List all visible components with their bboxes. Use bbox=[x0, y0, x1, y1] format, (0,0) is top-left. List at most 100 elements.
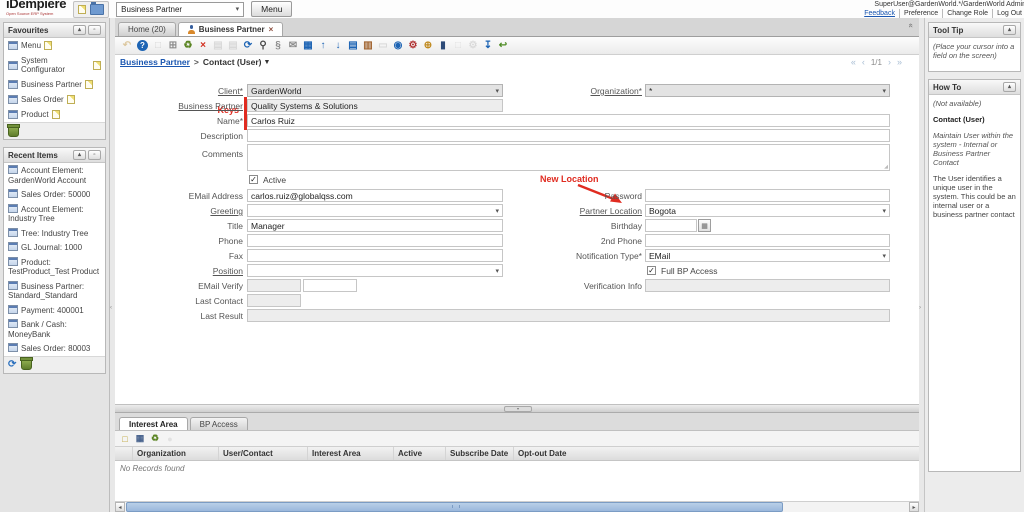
favourite-item[interactable]: Product bbox=[4, 107, 105, 122]
second-phone-field[interactable] bbox=[645, 234, 890, 247]
trash-icon[interactable] bbox=[7, 123, 20, 137]
recent-item[interactable]: Account Element: Industry Tree bbox=[4, 202, 105, 226]
partner-location-field[interactable]: Bogota bbox=[645, 204, 890, 217]
client-field[interactable]: GardenWorld bbox=[247, 84, 503, 97]
detach-panel-icon[interactable]: ▫ bbox=[88, 25, 101, 35]
menu-button[interactable]: Menu bbox=[251, 1, 293, 17]
undo-icon[interactable]: ↶ bbox=[120, 39, 134, 52]
delete-selection-icon[interactable]: × bbox=[196, 39, 210, 52]
tab-interest-area[interactable]: Interest Area bbox=[119, 417, 188, 430]
collapse-panel-icon[interactable]: ▴ bbox=[1003, 25, 1016, 35]
detail-record-icon[interactable]: ↓ bbox=[331, 39, 345, 52]
next-record-icon[interactable]: › bbox=[888, 57, 891, 67]
recent-item[interactable]: Account Element: GardenWorld Account bbox=[4, 163, 105, 187]
last-record-icon[interactable]: » bbox=[897, 57, 902, 67]
export-icon[interactable]: ↧ bbox=[481, 39, 495, 52]
new-note-icon[interactable] bbox=[78, 4, 87, 14]
calendar-icon[interactable]: ▦ bbox=[698, 219, 711, 232]
note-icon[interactable] bbox=[93, 60, 101, 70]
delete-row-icon[interactable]: ♻ bbox=[149, 433, 161, 445]
print-icon[interactable]: ▭ bbox=[376, 39, 390, 52]
partner-location-label[interactable]: Partner Location bbox=[502, 206, 642, 216]
collapse-panel-icon[interactable]: ▴ bbox=[1003, 82, 1016, 92]
fax-field[interactable] bbox=[247, 249, 503, 262]
favourite-item[interactable]: Sales Order bbox=[4, 92, 105, 107]
copy-record-icon[interactable]: ⊞ bbox=[166, 39, 180, 52]
column-header[interactable]: User/Contact bbox=[219, 447, 308, 460]
business-partner-label[interactable]: Business Partner bbox=[115, 101, 243, 111]
breadcrumb-dropdown-icon[interactable]: ▼ bbox=[263, 59, 270, 66]
position-label[interactable]: Position bbox=[115, 266, 243, 276]
favourite-item[interactable]: Menu bbox=[4, 38, 105, 53]
tab-home[interactable]: Home (20) bbox=[118, 22, 176, 36]
previous-record-icon[interactable]: ‹ bbox=[862, 57, 865, 67]
chat-icon[interactable]: ✉ bbox=[286, 39, 300, 52]
first-record-icon[interactable]: « bbox=[851, 57, 856, 67]
column-header[interactable]: Organization bbox=[133, 447, 219, 460]
tab-bp-access[interactable]: BP Access bbox=[189, 417, 248, 430]
notification-type-field[interactable]: EMail bbox=[645, 249, 890, 262]
right-splitter[interactable]: › bbox=[919, 18, 924, 512]
note-icon[interactable] bbox=[84, 80, 93, 89]
active-checkbox[interactable] bbox=[249, 175, 258, 184]
process-row-icon[interactable]: ● bbox=[164, 433, 176, 445]
help-icon[interactable]: ? bbox=[137, 40, 148, 51]
archive-icon[interactable]: ▮ bbox=[436, 39, 450, 52]
comments-field[interactable] bbox=[247, 144, 890, 171]
find-record-icon[interactable]: ⚲ bbox=[256, 39, 270, 52]
document-icon[interactable]: ▥ bbox=[361, 39, 375, 52]
favourite-item[interactable]: System Configurator bbox=[4, 53, 105, 77]
favourite-item[interactable]: Business Partner bbox=[4, 77, 105, 92]
collapse-header-icon[interactable]: « bbox=[906, 23, 915, 27]
request-icon[interactable]: □ bbox=[451, 39, 465, 52]
new-row-icon[interactable]: □ bbox=[119, 433, 131, 445]
exit-window-icon[interactable]: ↩ bbox=[496, 39, 510, 52]
header-link[interactable]: Preference bbox=[898, 9, 942, 18]
refresh-icon[interactable]: ⟳ bbox=[241, 39, 255, 52]
recent-item[interactable]: Bank / Cash: MoneyBank bbox=[4, 317, 105, 341]
recent-item[interactable]: Sales Order: 50000 bbox=[4, 187, 105, 202]
collapse-panel-icon[interactable]: ▴ bbox=[73, 150, 86, 160]
collapse-panel-icon[interactable]: ▴ bbox=[73, 25, 86, 35]
save-create-icon[interactable]: ▤ bbox=[226, 39, 240, 52]
refresh-icon[interactable]: ⟳ bbox=[8, 359, 16, 370]
recent-item[interactable]: Product: TestProduct_Test Product bbox=[4, 255, 105, 279]
organization-label[interactable]: Organization* bbox=[502, 86, 642, 96]
collapse-right-icon[interactable]: › bbox=[919, 305, 921, 311]
recent-item[interactable]: Sales Order: 80003 bbox=[4, 341, 105, 356]
position-field[interactable] bbox=[247, 264, 503, 277]
edit-mode-icon[interactable]: ▦ bbox=[134, 433, 146, 445]
email-verify-button[interactable] bbox=[303, 279, 357, 292]
save-icon[interactable]: ▤ bbox=[211, 39, 225, 52]
zoom-across-icon[interactable]: ⊕ bbox=[421, 39, 435, 52]
scrollbar-thumb[interactable] bbox=[126, 502, 783, 512]
note-icon[interactable] bbox=[44, 41, 53, 50]
recent-item[interactable]: Payment: 400001 bbox=[4, 303, 105, 318]
folder-icon[interactable] bbox=[90, 1, 105, 15]
lookup-record-icon[interactable]: ◉ bbox=[391, 39, 405, 52]
password-field[interactable] bbox=[645, 189, 890, 202]
column-header[interactable]: Opt-out Date bbox=[514, 447, 919, 460]
note-icon[interactable] bbox=[66, 95, 75, 104]
header-link[interactable]: Change Role bbox=[942, 9, 992, 18]
recent-item[interactable]: Business Partner: Standard_Standard bbox=[4, 279, 105, 303]
close-tab-icon[interactable]: × bbox=[269, 25, 274, 34]
email-address-field[interactable]: carlos.ruiz@globalqss.com bbox=[247, 189, 503, 202]
splitter-collapse-button[interactable]: ▾ bbox=[504, 406, 532, 412]
title-field[interactable]: Manager bbox=[247, 219, 503, 232]
name-field[interactable]: Carlos Ruiz bbox=[247, 114, 890, 127]
greeting-label[interactable]: Greeting bbox=[115, 206, 243, 216]
header-link[interactable]: Log Out bbox=[992, 9, 1024, 18]
column-header[interactable]: Active bbox=[394, 447, 446, 460]
process-icon[interactable]: ⚙ bbox=[406, 39, 420, 52]
report-icon[interactable]: ▤ bbox=[346, 39, 360, 52]
breadcrumb-parent-link[interactable]: Business Partner bbox=[120, 57, 190, 67]
recent-item[interactable]: GL Journal: 1000 bbox=[4, 240, 105, 255]
greeting-field[interactable] bbox=[247, 204, 503, 217]
delete-record-icon[interactable]: ♻ bbox=[181, 39, 195, 52]
scroll-right-icon[interactable]: ▸ bbox=[909, 502, 919, 512]
horizontal-splitter[interactable]: ▾ bbox=[115, 404, 919, 413]
scroll-left-icon[interactable]: ◂ bbox=[115, 502, 125, 512]
header-link[interactable]: Feedback bbox=[860, 9, 899, 18]
toggle-grid-icon[interactable]: ▦ bbox=[301, 39, 315, 52]
